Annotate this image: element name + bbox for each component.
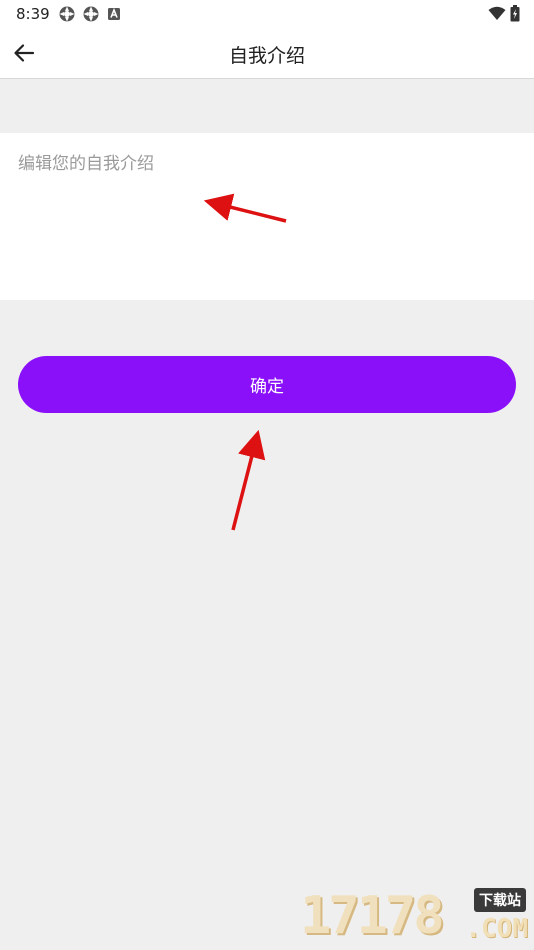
intro-textarea[interactable] bbox=[18, 149, 516, 284]
settings-icon bbox=[59, 6, 75, 22]
status-time: 8:39 bbox=[16, 5, 50, 23]
watermark-logo: 17178 下载站 .COM bbox=[300, 886, 528, 946]
page-title: 自我介绍 bbox=[228, 45, 305, 67]
a-notification-icon bbox=[108, 7, 120, 20]
status-notification-icons bbox=[58, 5, 122, 23]
wifi-icon bbox=[488, 6, 506, 20]
confirm-button[interactable]: 确定 bbox=[18, 356, 516, 413]
intro-card bbox=[0, 133, 534, 300]
annotation-arrow-to-button bbox=[231, 429, 266, 531]
app-bar: 自我介绍 bbox=[0, 28, 534, 79]
status-bar: 8:39 bbox=[0, 0, 534, 28]
settings-icon bbox=[83, 6, 99, 22]
watermark-suffix: .COM bbox=[465, 914, 528, 944]
watermark-tag: 下载站 bbox=[474, 888, 526, 912]
status-system-icons bbox=[488, 5, 520, 22]
watermark-digits: 17178 bbox=[300, 886, 445, 946]
battery-icon bbox=[510, 5, 520, 22]
confirm-button-label: 确定 bbox=[250, 377, 284, 397]
